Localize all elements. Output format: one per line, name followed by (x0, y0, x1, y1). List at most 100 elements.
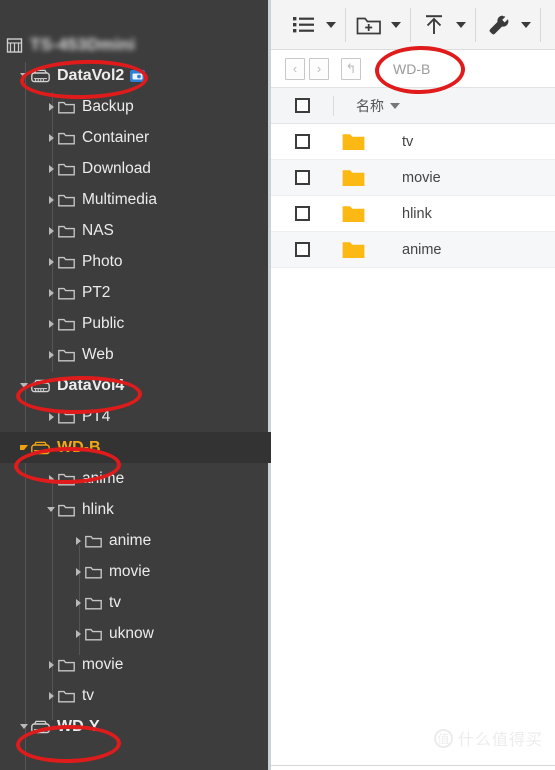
chevron-right-icon[interactable] (71, 629, 85, 638)
new-folder-icon[interactable] (355, 11, 383, 39)
bottom-rule (271, 765, 555, 766)
tree-item-label: Download (82, 159, 151, 177)
upload-icon[interactable] (420, 11, 448, 39)
view-mode-group[interactable] (281, 7, 346, 42)
folder-icon (333, 204, 380, 223)
upload-group[interactable] (411, 7, 476, 42)
folder-tree[interactable]: DataVol2 Backup Container Download Multimedi… (0, 60, 271, 742)
tree-item-multimedia[interactable]: Multimedia (0, 184, 271, 215)
tree-item-public[interactable]: Public (0, 308, 271, 339)
back-button[interactable]: ‹ (285, 57, 305, 80)
folder-icon (58, 348, 75, 362)
folder-icon (333, 132, 380, 151)
folder-icon (85, 534, 102, 548)
folder-icon (58, 162, 75, 176)
tree-item-pt4[interactable]: PT4 (0, 401, 271, 432)
tree-item-wd-b[interactable]: WD-B (0, 432, 271, 463)
main-panel: ‹ › ↰ WD-B 名称 tvmoviehlinkanime 值 什么值得买 (271, 0, 555, 770)
chevron-down-icon[interactable] (17, 724, 31, 729)
nas-host-row[interactable]: TS-453Dmini (0, 30, 271, 60)
tree-item-label: anime (82, 469, 125, 487)
table-row[interactable]: movie (271, 160, 555, 196)
chevron-down-icon[interactable] (17, 383, 31, 388)
sort-descending-icon[interactable] (390, 102, 400, 109)
chevron-right-icon[interactable] (44, 102, 58, 111)
breadcrumb[interactable]: WD-B (371, 61, 430, 77)
chevron-right-icon[interactable] (71, 567, 85, 576)
tree-item-movie[interactable]: movie (0, 649, 271, 680)
folder-icon (58, 224, 75, 238)
tree-item-anime[interactable]: anime (0, 525, 271, 556)
forward-button[interactable]: › (309, 57, 329, 80)
chevron-right-icon[interactable] (44, 226, 58, 235)
tree-item-container[interactable]: Container (0, 122, 271, 153)
chevron-right-icon[interactable] (44, 660, 58, 669)
row-checkbox[interactable] (271, 242, 333, 257)
folder-icon (58, 689, 75, 703)
tree-item-photo[interactable]: Photo (0, 246, 271, 277)
chevron-right-icon[interactable] (44, 195, 58, 204)
chevron-down-icon[interactable] (17, 445, 31, 450)
tree-item-nas[interactable]: NAS (0, 215, 271, 246)
list-view-icon[interactable] (290, 11, 318, 39)
tree-item-tv[interactable]: tv (0, 587, 271, 618)
table-row[interactable]: anime (271, 232, 555, 268)
folder-tree-sidebar[interactable]: TS-453Dmini DataVol2 Backup Container Downl… (0, 0, 271, 770)
file-list-body[interactable]: tv movie hlink anime (271, 124, 555, 770)
row-checkbox[interactable] (271, 170, 333, 185)
chevron-right-icon[interactable] (44, 412, 58, 421)
tree-item-datavol2[interactable]: DataVol2 (0, 60, 271, 91)
tree-item-wd-y[interactable]: WD-Y (0, 711, 271, 742)
chevron-right-icon[interactable] (71, 536, 85, 545)
wrench-icon[interactable] (485, 11, 513, 39)
tree-item-label: hlink (82, 500, 114, 518)
row-checkbox[interactable] (271, 206, 333, 221)
folder-icon (58, 658, 75, 672)
folder-icon (58, 100, 75, 114)
tools-chevron-down-icon[interactable] (521, 21, 531, 28)
tree-item-backup[interactable]: Backup (0, 91, 271, 122)
checkbox-box (294, 98, 310, 113)
folder-icon (85, 627, 102, 641)
tree-item-label: WD-B (57, 438, 101, 456)
tree-item-label: tv (82, 686, 95, 704)
nas-host-name: TS-453Dmini (30, 35, 136, 54)
select-all-checkbox[interactable] (271, 98, 333, 113)
table-row[interactable]: hlink (271, 196, 555, 232)
folder-icon (58, 503, 75, 517)
tree-item-datavol4[interactable]: DataVol4 (0, 370, 271, 401)
tree-item-uknow[interactable]: uknow (0, 618, 271, 649)
table-row[interactable]: tv (271, 124, 555, 160)
chevron-right-icon[interactable] (44, 350, 58, 359)
chevron-right-icon[interactable] (44, 164, 58, 173)
tree-item-tv[interactable]: tv (0, 680, 271, 711)
tree-item-anime[interactable]: anime (0, 463, 271, 494)
chevron-right-icon[interactable] (44, 474, 58, 483)
column-header-name[interactable]: 名称 (334, 96, 400, 116)
tree-item-hlink[interactable]: hlink (0, 494, 271, 525)
tree-item-movie[interactable]: movie (0, 556, 271, 587)
chevron-right-icon[interactable] (44, 319, 58, 328)
tree-item-pt2[interactable]: PT2 (0, 277, 271, 308)
chevron-right-icon[interactable] (44, 691, 58, 700)
chevron-right-icon[interactable] (44, 133, 58, 142)
view-mode-chevron-down-icon[interactable] (326, 21, 336, 28)
snapshot-badge-icon (130, 69, 146, 82)
tree-item-download[interactable]: Download (0, 153, 271, 184)
tools-group[interactable] (476, 7, 541, 42)
chevron-right-icon[interactable] (44, 257, 58, 266)
column-header-name-label: 名称 (356, 97, 384, 114)
chevron-down-icon[interactable] (44, 507, 58, 512)
chevron-down-icon[interactable] (17, 73, 31, 78)
new-folder-group[interactable] (346, 7, 411, 42)
upload-chevron-down-icon[interactable] (456, 21, 466, 28)
checkbox-box (294, 170, 310, 185)
chevron-right-icon[interactable] (71, 598, 85, 607)
new-folder-chevron-down-icon[interactable] (391, 21, 401, 28)
row-checkbox[interactable] (271, 134, 333, 149)
volume-icon (31, 379, 50, 393)
up-level-button[interactable]: ↰ (341, 57, 361, 80)
chevron-right-icon[interactable] (44, 288, 58, 297)
tree-item-web[interactable]: Web (0, 339, 271, 370)
folder-icon (58, 255, 75, 269)
